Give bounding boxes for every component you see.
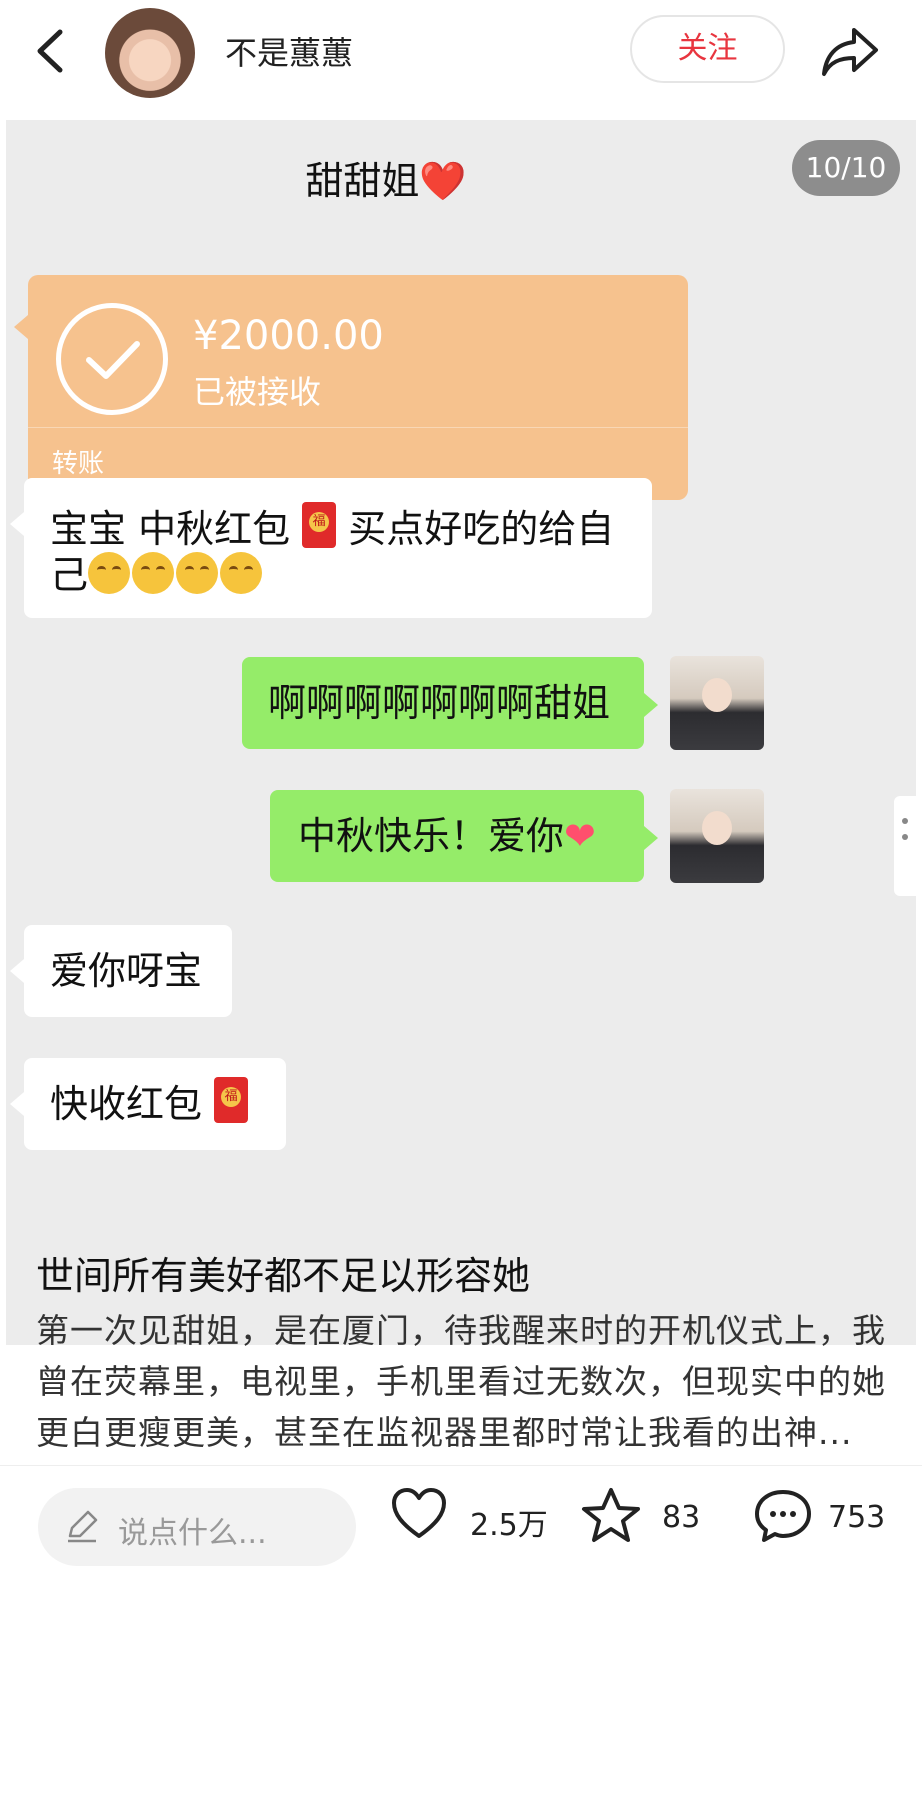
chat-message-right: 啊啊啊啊啊啊啊甜姐: [242, 657, 658, 749]
comment-bubble-icon[interactable]: [752, 1486, 814, 1546]
share-icon[interactable]: [818, 22, 882, 82]
message-text: 己: [50, 553, 89, 597]
side-drawer-handle[interactable]: [894, 796, 916, 896]
like-count: 2.5万: [470, 1508, 548, 1543]
message-text: 中秋快乐！爱你: [298, 814, 565, 858]
transfer-status: 已被接收: [193, 373, 322, 411]
bottom-action-bar: 说点什么... 2.5万 83 753: [0, 1465, 922, 1813]
post-image[interactable]: 甜甜姐❤️ 10/10 ¥2000.00 已被接收 转账 宝宝 中秋红包 买点好…: [6, 120, 916, 1345]
heart-icon: ❤️: [419, 159, 467, 203]
post-title: 世间所有美好都不足以形容她: [36, 1254, 531, 1298]
message-text: 买点好吃的给自: [336, 507, 615, 551]
chat-title: 甜甜姐❤️: [6, 150, 766, 205]
follow-button[interactable]: 关注: [630, 15, 785, 83]
author-avatar[interactable]: [105, 8, 195, 98]
author-username[interactable]: 不是蕙蕙: [225, 28, 353, 74]
sender-avatar: [670, 656, 764, 750]
image-counter: 10/10: [792, 140, 900, 196]
kiss-emoji-icon: [88, 552, 131, 594]
favorite-count: 83: [662, 1500, 701, 1535]
chat-message-right: 中秋快乐！爱你❤: [270, 790, 658, 882]
transfer-card: ¥2000.00 已被接收 转账: [14, 275, 688, 500]
post-body[interactable]: 第一次见甜姐，是在厦门，待我醒来时的开机仪式上，我曾在荧幕里，电视里，手机里看过…: [36, 1305, 886, 1463]
chat-message-left: 快收红包: [10, 1058, 286, 1150]
comment-count: 753: [828, 1500, 886, 1535]
red-envelope-icon: [302, 502, 337, 548]
back-arrow-icon[interactable]: [30, 26, 70, 76]
transfer-divider: [28, 427, 688, 428]
kiss-emoji-icon: [176, 552, 219, 594]
favorite-star-icon[interactable]: [580, 1486, 642, 1544]
sender-avatar: [670, 789, 764, 883]
message-text: 宝宝 中秋红包: [50, 507, 291, 551]
heart-icon: ❤: [564, 814, 596, 858]
chat-title-text: 甜甜姐: [305, 159, 420, 203]
message-text: 快收红包: [50, 1082, 203, 1126]
check-icon: [56, 303, 168, 415]
transfer-amount: ¥2000.00: [193, 313, 384, 359]
like-heart-icon[interactable]: [390, 1486, 448, 1540]
chat-message-left: 宝宝 中秋红包 买点好吃的给自 己: [10, 478, 652, 618]
red-envelope-icon: [214, 1077, 249, 1123]
top-bar: 不是蕙蕙 关注: [0, 0, 922, 118]
pencil-icon: [68, 1510, 98, 1543]
kiss-emoji-icon: [220, 552, 263, 594]
transfer-label: 转账: [52, 449, 105, 479]
comment-input[interactable]: 说点什么...: [38, 1488, 356, 1566]
comment-placeholder: 说点什么...: [118, 1516, 267, 1551]
chat-message-left: 爱你呀宝: [10, 925, 232, 1017]
kiss-emoji-icon: [132, 552, 175, 594]
